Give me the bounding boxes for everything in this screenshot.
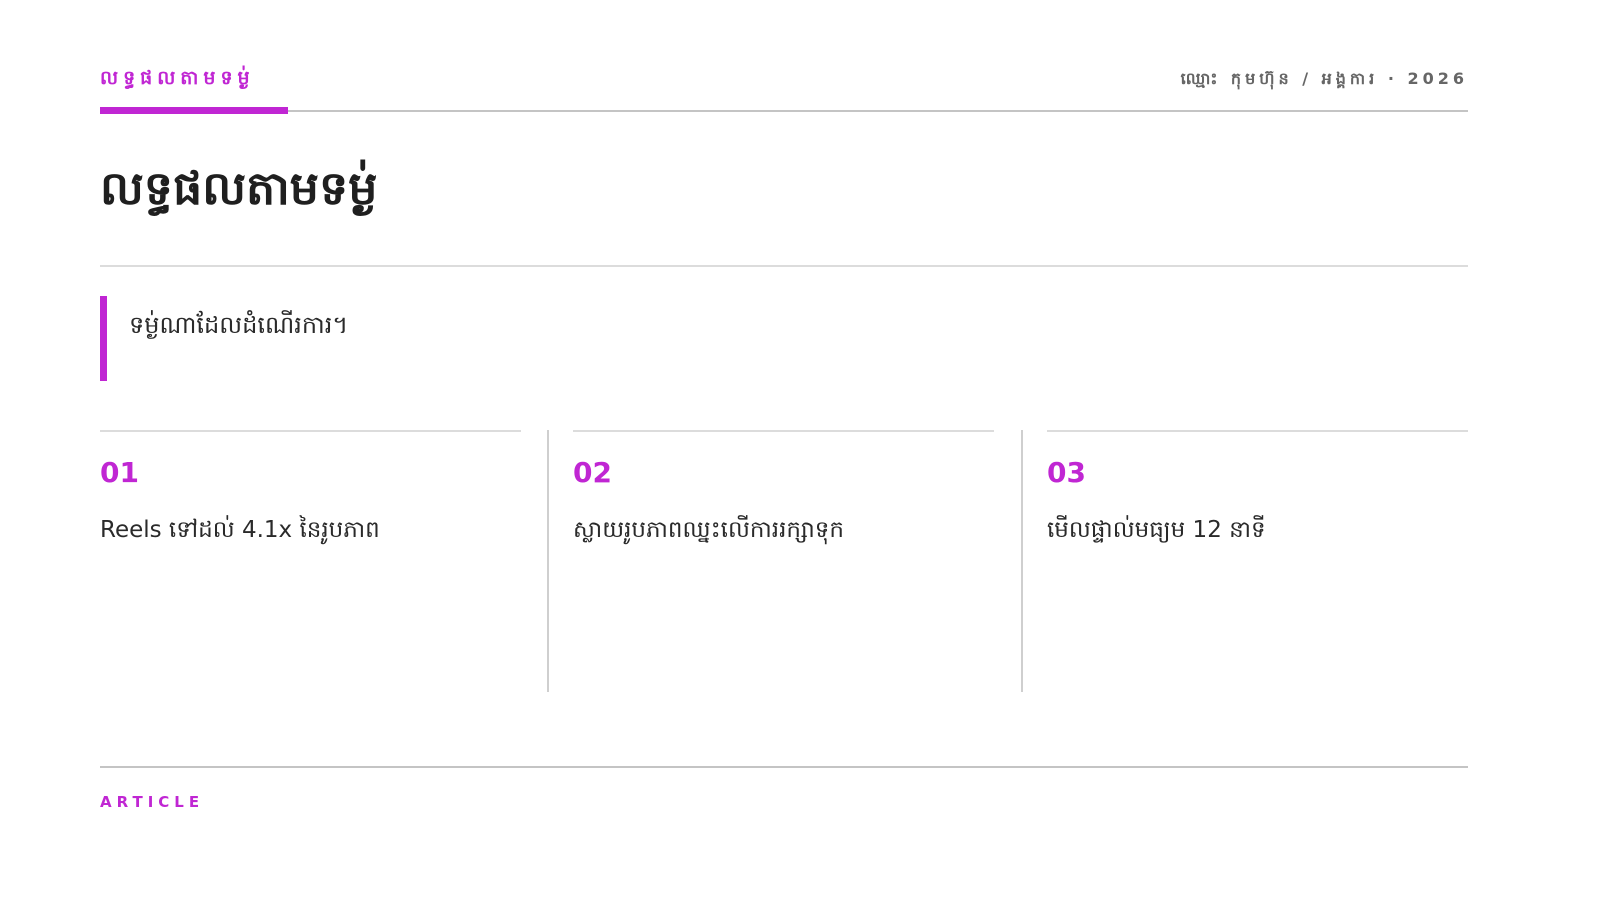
header-divider bbox=[100, 110, 1468, 112]
column-text: Reels ទៅដល់ 4.1x នៃរូបភាព bbox=[100, 517, 380, 543]
column-text: មើលផ្ទាល់មធ្យម 12 នាទី bbox=[1047, 517, 1266, 543]
page-title: លទ្ធផលតាមទម្ង់ bbox=[100, 161, 378, 215]
column-number: 03 bbox=[1047, 456, 1086, 489]
column-2: 02 ស្លាយរូបភាពឈ្នះលើការរក្សាទុក bbox=[573, 430, 994, 692]
slide: លទ្ធផលតាមទម្ង់ ឈ្មោះ កុមហ៊ុន / អង្គការ ·… bbox=[0, 0, 1598, 900]
column-top-rule bbox=[573, 430, 994, 432]
column-number: 01 bbox=[100, 456, 139, 489]
column-3: 03 មើលផ្ទាល់មធ្យម 12 នាទី bbox=[1047, 430, 1468, 692]
header-accent-bar bbox=[100, 107, 288, 114]
footer-divider bbox=[100, 766, 1468, 768]
column-divider bbox=[547, 430, 549, 692]
column-top-rule bbox=[1047, 430, 1468, 432]
organization-meta: ឈ្មោះ កុមហ៊ុន / អង្គការ · 2026 bbox=[1180, 69, 1468, 88]
title-divider bbox=[100, 265, 1468, 267]
section-kicker: លទ្ធផលតាមទម្ង់ bbox=[100, 67, 255, 89]
column-top-rule bbox=[100, 430, 521, 432]
column-text: ស្លាយរូបភាពឈ្នះលើការរក្សាទុក bbox=[573, 517, 844, 543]
quote-accent-bar bbox=[100, 296, 107, 381]
column-1: 01 Reels ទៅដល់ 4.1x នៃរូបភាព bbox=[100, 430, 521, 692]
column-divider bbox=[1021, 430, 1023, 692]
quote-text: ទម្ង់ណាដែលដំណើរការ។ bbox=[129, 311, 349, 339]
footer-label: ARTICLE bbox=[100, 793, 205, 811]
column-number: 02 bbox=[573, 456, 612, 489]
